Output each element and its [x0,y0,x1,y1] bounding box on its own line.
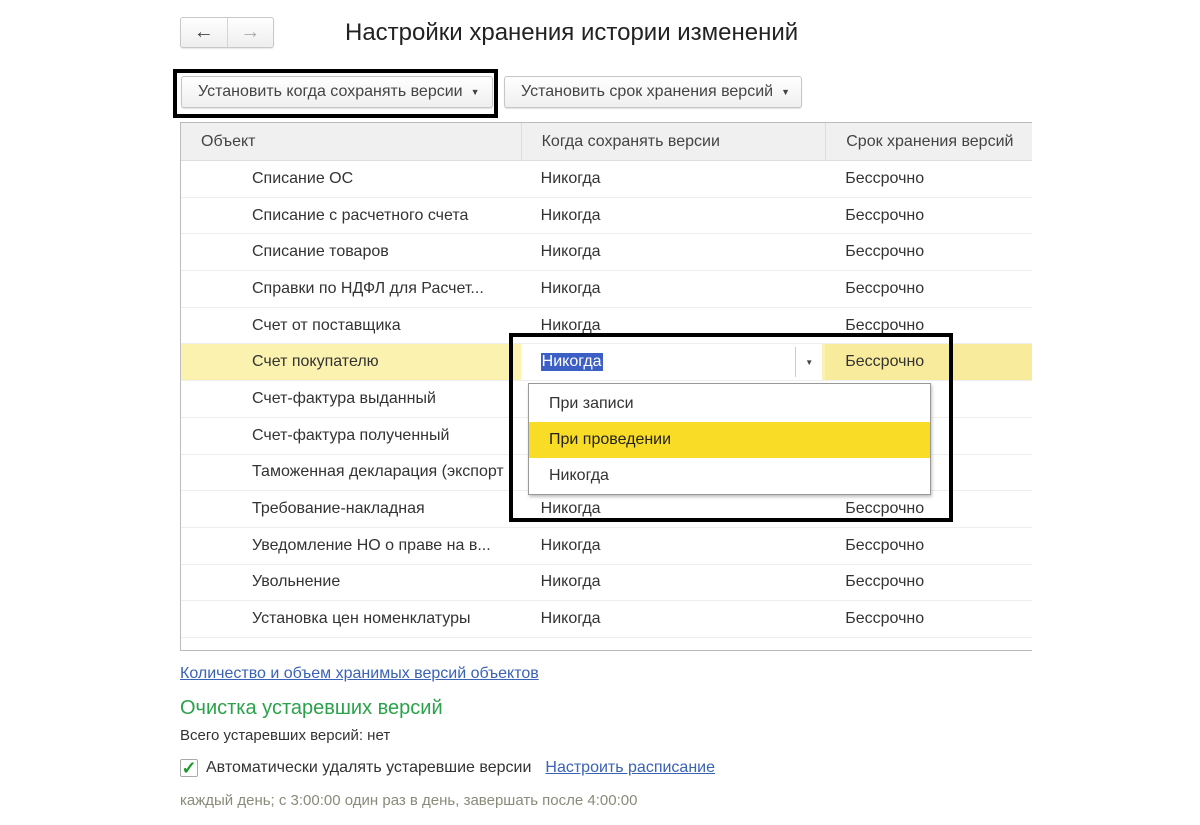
when-save-input-value[interactable]: Никогда [540,353,603,372]
table-row[interactable]: Уведомление НО о праве на в... Никогда Бес… [181,528,1032,565]
when-save-dropdown-list: При записи При проведении Никогда [528,383,931,495]
forward-arrow-icon[interactable]: → [228,18,274,47]
table-row[interactable]: Списание с расчетного счета Никогда Бессро… [181,198,1032,235]
schedule-link[interactable]: Настроить расписание [545,759,715,777]
table-row[interactable]: Требование-накладная Никогда Бессрочно [181,491,1032,528]
when-save-cell[interactable]: Никогда [521,573,826,591]
back-arrow-icon[interactable]: ← [181,18,228,47]
object-cell[interactable]: Списание ОС [181,170,521,188]
table-row[interactable]: Счет от поставщика Никогда Бессрочно [181,308,1032,345]
button-label: Установить когда сохранять версии [198,83,463,100]
object-cell[interactable]: Списание товаров [181,243,521,261]
set-when-save-button[interactable]: Установить когда сохранять версии ▼ [181,76,493,108]
caret-down-icon: ▼ [781,87,790,97]
when-save-cell[interactable]: Никогда [521,610,826,628]
table-row[interactable]: Установка цен номенклатуры Никогда Бессроч… [181,601,1032,638]
when-save-cell[interactable]: Никогда [521,280,826,298]
object-cell[interactable]: Справки по НДФЛ для Расчет... [181,280,521,298]
object-cell[interactable]: Счет покупателю [181,353,521,371]
auto-delete-checkbox[interactable]: ✓ [180,759,198,777]
term-cell[interactable]: Бессрочно [825,207,1032,225]
term-cell[interactable]: Бессрочно [825,537,1032,555]
when-save-cell[interactable]: Никогда [521,207,826,225]
auto-delete-row: ✓ Автоматически удалять устаревшие верси… [180,759,715,777]
object-cell[interactable]: Требование-накладная [181,500,521,518]
object-cell[interactable]: Таможенная декларация (экспорт [181,463,521,481]
term-cell[interactable]: Бессрочно [825,500,1032,518]
table-row[interactable]: Увольнение Никогда Бессрочно [181,565,1032,602]
term-cell[interactable]: Бессрочно [825,243,1032,261]
when-save-cell[interactable]: Никогда [521,500,826,518]
total-outdated-text: Всего устаревших версий: нет [180,727,391,744]
object-cell[interactable]: Уведомление НО о праве на в... [181,537,521,555]
caret-down-icon: ▼ [470,87,480,97]
table-row[interactable]: Списание ОС Никогда Бессрочно [181,161,1032,198]
object-cell[interactable]: Увольнение [181,573,521,591]
table-row[interactable]: Списание товаров Никогда Бессрочно [181,234,1032,272]
versions-count-link[interactable]: Количество и объем хранимых версий объек… [180,665,539,683]
table-header: Объект Когда сохранять версии Срок хране… [181,123,1032,161]
navigation-buttons: ← → [180,17,274,48]
table-row[interactable]: Счет покупателю Никогда ▼ Бессрочно [181,344,1033,382]
when-save-cell[interactable]: Никогда [521,317,826,335]
dropdown-option-never[interactable]: Никогда [529,458,930,494]
term-cell[interactable]: Бессрочно [825,317,1032,335]
when-save-cell[interactable]: Никогда [521,170,826,188]
when-save-cell[interactable]: Никогда [521,243,826,261]
term-cell[interactable]: Бессрочно [825,170,1032,188]
schedule-text: каждый день; с 3:00:00 один раз в день, … [180,792,638,809]
dropdown-button-icon[interactable]: ▼ [795,347,822,378]
button-label: Установить срок хранения версий [521,83,774,100]
term-cell[interactable]: Бессрочно [825,610,1032,628]
term-cell[interactable]: Бессрочно [825,280,1032,298]
dropdown-option-on-posting[interactable]: При проведении [529,422,930,458]
auto-delete-label[interactable]: Автоматически удалять устаревшие версии [206,759,531,777]
table-row[interactable]: Справки по НДФЛ для Расчет... Никогда Бесс… [181,271,1032,308]
dropdown-option-on-write[interactable]: При записи [529,386,930,422]
object-cell[interactable]: Счет-фактура полученный [181,427,521,445]
column-header-when[interactable]: Когда сохранять версии [520,123,826,160]
object-cell[interactable]: Счет от поставщика [181,317,521,335]
when-save-cell[interactable]: Никогда [521,537,826,555]
term-cell[interactable]: Бессрочно [825,344,1033,381]
object-cell[interactable]: Счет-фактура выданный [181,390,521,408]
object-cell[interactable]: Списание с расчетного счета [181,207,521,225]
object-cell[interactable]: Установка цен номенклатуры [181,610,521,628]
term-cell[interactable]: Бессрочно [825,573,1032,591]
column-header-term[interactable]: Срок хранения версий [825,123,1032,160]
set-storage-term-button[interactable]: Установить срок хранения версий ▼ [504,76,802,108]
column-header-object[interactable]: Объект [181,123,521,160]
when-save-cell[interactable]: Никогда ▼ [520,344,823,381]
cleanup-section-title: Очистка устаревших версий [180,697,443,719]
page-title: Настройки хранения истории изменений [345,19,799,46]
